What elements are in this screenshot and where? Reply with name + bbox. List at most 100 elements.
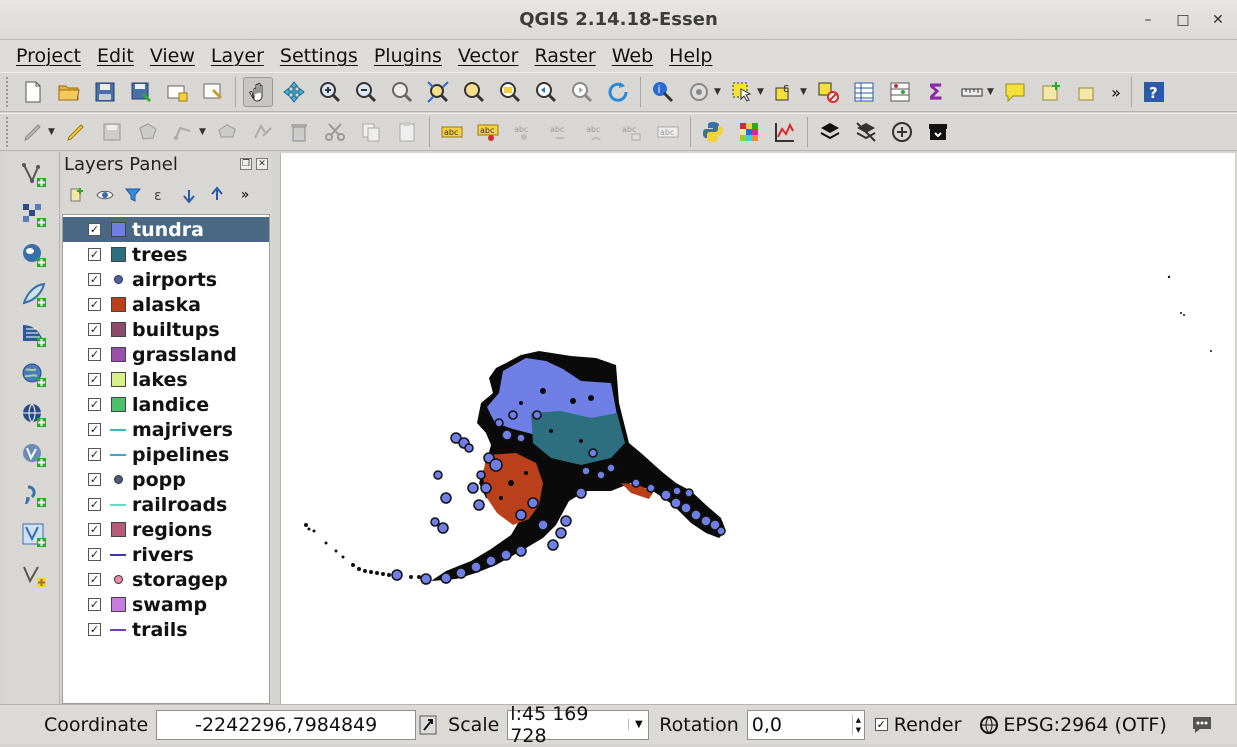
- layer-row-landice[interactable]: ✓ landice: [63, 392, 269, 417]
- cut-features-icon[interactable]: [320, 117, 350, 147]
- toolbar-handle[interactable]: [6, 117, 12, 147]
- menu-help[interactable]: Help: [661, 45, 720, 67]
- zoom-actual-icon[interactable]: [387, 77, 417, 107]
- move-label-icon[interactable]: abc: [545, 117, 575, 147]
- menu-settings[interactable]: Settings: [272, 45, 366, 67]
- add-spatialite-layer-icon[interactable]: [17, 278, 51, 312]
- change-label-icon[interactable]: abc: [617, 117, 647, 147]
- scale-dropdown-icon[interactable]: ▼: [628, 719, 648, 730]
- raster-calculator-icon[interactable]: [734, 117, 764, 147]
- globe-icon[interactable]: [979, 715, 999, 735]
- zoom-to-layer-icon[interactable]: [495, 77, 525, 107]
- filter-legend-icon[interactable]: [122, 184, 144, 206]
- zoom-in-icon[interactable]: [315, 77, 345, 107]
- pan-to-selection-icon[interactable]: [279, 77, 309, 107]
- select-by-expression-icon[interactable]: ε: [770, 77, 800, 107]
- change-label-properties-icon[interactable]: abc: [653, 117, 683, 147]
- map-tips-icon[interactable]: [1000, 77, 1030, 107]
- chevron-down-icon[interactable]: ▼: [757, 87, 767, 97]
- rotation-field[interactable]: 0,0 ▲ ▼: [746, 709, 865, 740]
- layer-visibility-checkbox[interactable]: ✓: [88, 323, 101, 336]
- zoom-last-icon[interactable]: [531, 77, 561, 107]
- layer-row-builtups[interactable]: ✓ builtups: [63, 317, 269, 342]
- toggle-editing-icon[interactable]: [61, 117, 91, 147]
- toggle-extents-icon[interactable]: [418, 713, 438, 737]
- layer-visibility-checkbox[interactable]: ✓: [88, 623, 101, 636]
- select-features-icon[interactable]: [727, 77, 757, 107]
- new-print-composer-icon[interactable]: [162, 77, 192, 107]
- add-wfs-layer-icon[interactable]: [17, 438, 51, 472]
- maximize-button[interactable]: □: [1171, 8, 1195, 32]
- show-hide-labels-icon[interactable]: abc: [509, 117, 539, 147]
- statistics-icon[interactable]: [885, 77, 915, 107]
- show-bookmarks-icon[interactable]: [1072, 77, 1102, 107]
- python-console-icon[interactable]: [698, 117, 728, 147]
- layer-visibility-checkbox[interactable]: ✓: [88, 448, 101, 461]
- layer-row-railroads[interactable]: ✓ railroads: [63, 492, 269, 517]
- menu-plugins[interactable]: Plugins: [366, 45, 450, 67]
- menu-web[interactable]: Web: [604, 45, 661, 67]
- layer-visibility-checkbox[interactable]: ✓: [88, 573, 101, 586]
- layer-row-majrivers[interactable]: ✓ majrivers: [63, 417, 269, 442]
- scale-field[interactable]: l:45 169 728 ▼: [507, 703, 650, 747]
- save-as-icon[interactable]: [126, 77, 156, 107]
- add-delimited-text-icon[interactable]: ,: [17, 478, 51, 512]
- filter-by-expression-icon[interactable]: ε: [150, 184, 172, 206]
- add-mssql-layer-icon[interactable]: [17, 318, 51, 352]
- layer-visibility-checkbox[interactable]: ✓: [88, 598, 101, 611]
- sum-icon[interactable]: Σ: [921, 77, 951, 107]
- add-postgis-layer-icon[interactable]: [17, 238, 51, 272]
- add-feature-icon[interactable]: [133, 117, 163, 147]
- chevron-down-icon[interactable]: ▼: [48, 127, 58, 137]
- menu-layer[interactable]: Layer: [203, 45, 272, 67]
- run-action-icon[interactable]: [684, 77, 714, 107]
- layer-visibility-checkbox[interactable]: ✓: [88, 423, 101, 436]
- layer-row-airports[interactable]: ✓ airports: [63, 267, 269, 292]
- open-project-icon[interactable]: [54, 77, 84, 107]
- help-icon[interactable]: ?: [1139, 77, 1169, 107]
- label-icon[interactable]: abc: [437, 117, 467, 147]
- layer-visibility-checkbox[interactable]: ✓: [88, 548, 101, 561]
- layer-row-rivers[interactable]: ✓ rivers: [63, 542, 269, 567]
- map-canvas[interactable]: [280, 153, 1235, 704]
- chevron-down-icon[interactable]: ▼: [199, 127, 209, 137]
- layer-row-storagep[interactable]: ✓ storagep: [63, 567, 269, 592]
- copy-features-icon[interactable]: [356, 117, 386, 147]
- measure-icon[interactable]: [957, 77, 987, 107]
- layer-visibility-checkbox[interactable]: ✓: [88, 223, 101, 236]
- composer-manager-icon[interactable]: [198, 77, 228, 107]
- deselect-icon[interactable]: [813, 77, 843, 107]
- node-tool-icon[interactable]: [212, 117, 242, 147]
- coordinate-field[interactable]: -2242296,7984849: [156, 709, 417, 740]
- layer-visibility-checkbox[interactable]: ✓: [88, 273, 101, 286]
- panel-overflow[interactable]: »: [234, 184, 256, 206]
- toolbar-overflow[interactable]: »: [1108, 77, 1124, 107]
- add-vector-layer-icon[interactable]: [17, 158, 51, 192]
- layers-off-icon[interactable]: [851, 117, 881, 147]
- add-wms-layer-icon[interactable]: [17, 358, 51, 392]
- paste-features-icon[interactable]: [392, 117, 422, 147]
- save-project-icon[interactable]: [90, 77, 120, 107]
- current-edits-icon[interactable]: [18, 117, 48, 147]
- delete-icon[interactable]: [284, 117, 314, 147]
- zoom-next-icon[interactable]: [567, 77, 597, 107]
- identify-icon[interactable]: i: [648, 77, 678, 107]
- close-panel-button[interactable]: ✕: [256, 158, 268, 170]
- menu-vector[interactable]: Vector: [450, 45, 527, 67]
- toolbar-handle[interactable]: [6, 77, 12, 107]
- expand-all-icon[interactable]: [178, 184, 200, 206]
- refresh-icon[interactable]: [603, 77, 633, 107]
- zoom-full-icon[interactable]: [423, 77, 453, 107]
- layer-row-trails[interactable]: ✓ trails: [63, 617, 269, 642]
- menu-raster[interactable]: Raster: [526, 45, 603, 67]
- layer-visibility-checkbox[interactable]: ✓: [88, 498, 101, 511]
- chevron-down-icon[interactable]: ▼: [800, 87, 810, 97]
- chevron-down-icon[interactable]: ▼: [714, 87, 724, 97]
- new-project-icon[interactable]: [18, 77, 48, 107]
- layer-visibility-checkbox[interactable]: ✓: [88, 523, 101, 536]
- layer-visibility-checkbox[interactable]: ✓: [88, 373, 101, 386]
- move-feature-icon[interactable]: [169, 117, 199, 147]
- layers-icon[interactable]: [815, 117, 845, 147]
- profile-tool-icon[interactable]: [770, 117, 800, 147]
- add-group-icon[interactable]: [66, 184, 88, 206]
